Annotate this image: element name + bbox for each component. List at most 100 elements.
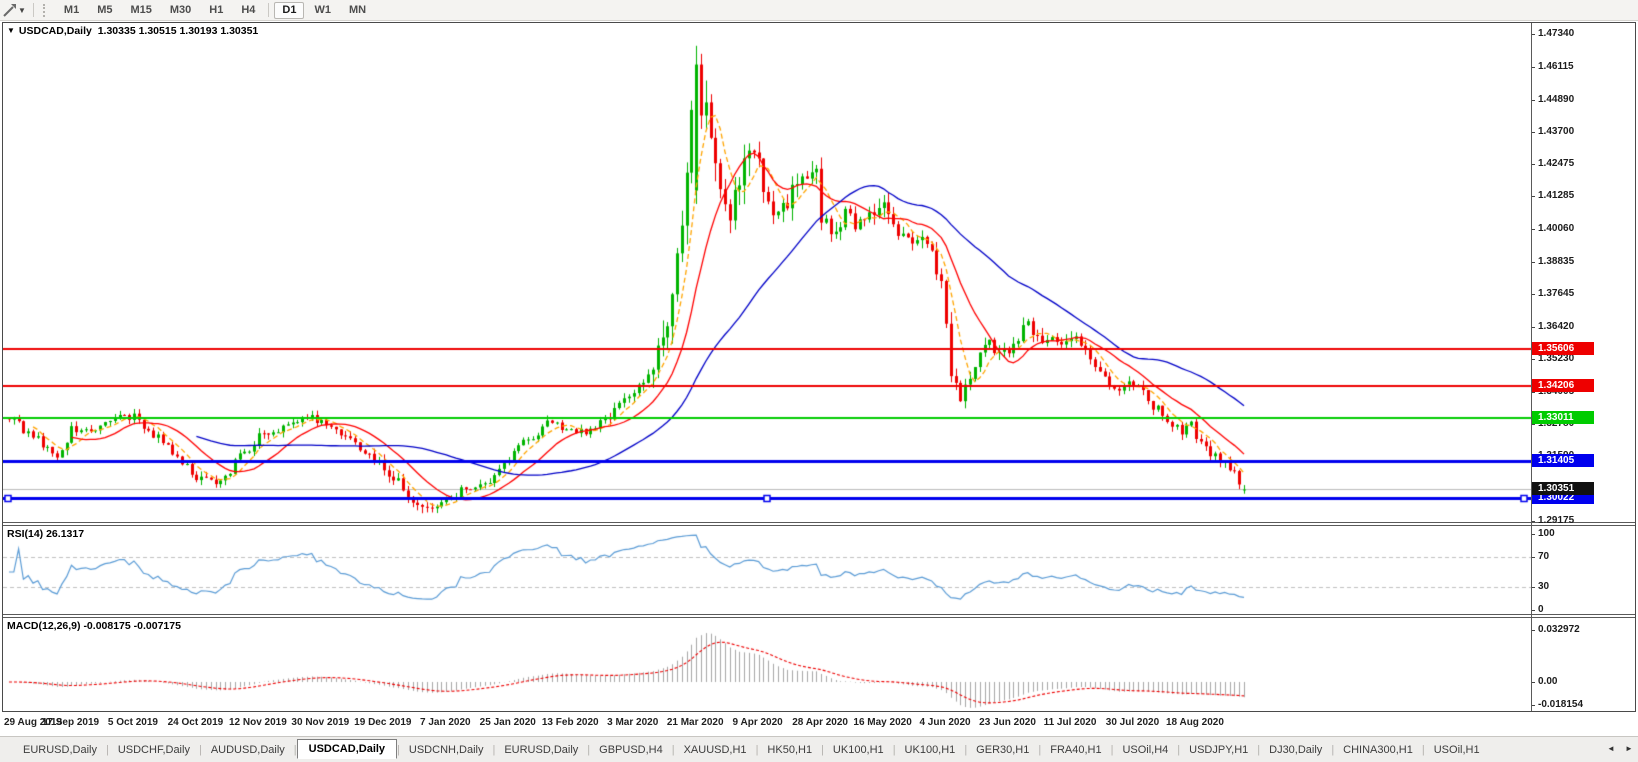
price-tick-label: 100 — [1538, 528, 1555, 539]
date-tick-label: 17 Sep 2019 — [41, 717, 100, 728]
timeframe-button-m5[interactable]: M5 — [89, 2, 120, 19]
date-tick-label: 5 Oct 2019 — [107, 717, 158, 728]
axis-tickmark — [1532, 67, 1535, 68]
date-tick-label: 30 Jul 2020 — [1105, 717, 1160, 728]
chart-symbol-period: USDCAD,Daily — [18, 25, 92, 37]
price-line-badge: 1.31405 — [1532, 454, 1594, 467]
timeframe-button-m15[interactable]: M15 — [122, 2, 159, 19]
timeframe-button-w1[interactable]: W1 — [306, 2, 339, 19]
chart-tab-uk100-h1[interactable]: UK100,H1 — [824, 741, 893, 759]
axis-tickmark — [1532, 610, 1535, 611]
axis-tickmark — [1532, 164, 1535, 165]
timeframe-button-m1[interactable]: M1 — [56, 2, 87, 19]
tab-scroll-right-icon[interactable]: ► — [1623, 742, 1635, 756]
axis-tickmark — [1532, 132, 1535, 133]
date-axis: 29 Aug 2019 17 Sep 2019 5 Oct 2019 24 Oct 2… — [2, 713, 1636, 734]
date-tick-label: 13 Feb 2020 — [541, 717, 599, 728]
chart-tab-hk50-h1[interactable]: HK50,H1 — [758, 741, 821, 759]
price-tick-label: 30 — [1538, 581, 1550, 592]
timeframe-button-h1[interactable]: H1 — [201, 2, 231, 19]
date-tick-label: 23 Jun 2020 — [979, 717, 1036, 728]
axis-tickmark — [1532, 534, 1535, 535]
price-tick-label: 1.43700 — [1538, 126, 1575, 137]
axis-tickmark — [1532, 359, 1535, 360]
date-tick-label: 9 Apr 2020 — [732, 717, 783, 728]
date-tick-label: 3 Mar 2020 — [607, 717, 659, 728]
price-tick-label: 1.40060 — [1538, 223, 1575, 234]
axis-tickmark — [1532, 587, 1535, 588]
date-tick-label: 12 Nov 2019 — [228, 717, 287, 728]
chart-tab-usoil-h4[interactable]: USOil,H4 — [1113, 741, 1177, 759]
chart-tab-eurusd-daily[interactable]: EURUSD,Daily — [14, 741, 106, 759]
timeframe-button-d1[interactable]: D1 — [274, 1, 305, 19]
chart-tab-audusd-daily[interactable]: AUDUSD,Daily — [202, 741, 294, 759]
chart-tab-usdchf-daily[interactable]: USDCHF,Daily — [109, 741, 199, 759]
date-tick-label: 21 Mar 2020 — [666, 717, 724, 728]
chart-tab-fra40-h1[interactable]: FRA40,H1 — [1041, 741, 1110, 759]
date-tick-label: 25 Jan 2020 — [479, 717, 536, 728]
axis-tickmark — [1532, 630, 1535, 631]
price-tick-label: 1.36420 — [1538, 321, 1575, 332]
date-tick-label: 18 Aug 2020 — [1165, 717, 1224, 728]
toolbar-grip[interactable] — [42, 3, 48, 17]
price-line-badge: 1.34206 — [1532, 379, 1594, 392]
axis-tickmark — [1532, 456, 1535, 457]
timeframe-button-mn[interactable]: MN — [341, 2, 374, 19]
price-chart-canvas[interactable] — [3, 23, 1531, 522]
axis-tickmark — [1532, 34, 1535, 35]
collapse-icon[interactable]: ▼ — [7, 26, 15, 35]
top-toolbar: ▼ M1 M5 M15 M30 H1 H4 D1 W1 MN — [0, 0, 1638, 21]
rsi-canvas[interactable] — [3, 526, 1531, 614]
price-tick-label: 1.44890 — [1538, 94, 1575, 105]
chart-tab-gbpusd-h4[interactable]: GBPUSD,H4 — [590, 741, 672, 759]
main-chart-pane: ▼ USDCAD,Daily 1.30335 1.30515 1.30193 1.… — [3, 23, 1635, 526]
axis-tickmark — [1532, 682, 1535, 683]
price-line-badge: 1.35606 — [1532, 342, 1594, 355]
chart-tab-dj30-daily[interactable]: DJ30,Daily — [1260, 741, 1331, 759]
timeframe-buttons: M1 M5 M15 M30 H1 H4 D1 W1 MN — [55, 1, 375, 19]
axis-tickmark — [1532, 705, 1535, 706]
price-tick-label: 1.34005 — [1538, 386, 1575, 397]
date-tick-label: 24 Oct 2019 — [167, 717, 224, 728]
price-tick-label: 1.41285 — [1538, 190, 1575, 201]
macd-pane: MACD(12,26,9) -0.008175 -0.007175 0.0329… — [3, 618, 1635, 711]
price-tick-label: 1.31590 — [1538, 450, 1575, 461]
axis-tickmark — [1532, 557, 1535, 558]
line-tool-icon[interactable] — [2, 3, 17, 18]
axis-tickmark — [1532, 294, 1535, 295]
axis-tickmark — [1532, 424, 1535, 425]
price-line-badge: 1.30022 — [1532, 491, 1594, 504]
chart-tab-uk100-h1[interactable]: UK100,H1 — [896, 741, 965, 759]
macd-canvas[interactable] — [3, 618, 1531, 711]
price-tick-label: 1.32780 — [1538, 418, 1575, 429]
axis-tickmark — [1532, 229, 1535, 230]
price-axis-border — [1531, 23, 1532, 711]
chart-tab-usdcnh-daily[interactable]: USDCNH,Daily — [400, 741, 493, 759]
date-tick-label: 11 Jul 2020 — [1043, 717, 1097, 728]
rsi-label: RSI(14) 26.1317 — [7, 528, 85, 540]
dropdown-caret-icon[interactable]: ▼ — [18, 6, 26, 15]
chart-tab-usdjpy-h1[interactable]: USDJPY,H1 — [1180, 741, 1257, 759]
chart-tab-usoil-h1[interactable]: USOil,H1 — [1425, 741, 1489, 759]
price-tick-label: -0.018154 — [1538, 699, 1584, 710]
chart-tab-xauusd-h1[interactable]: XAUUSD,H1 — [675, 741, 756, 759]
price-tick-label: 0.00 — [1538, 676, 1558, 687]
chart-tab-usdcad-daily[interactable]: USDCAD,Daily — [296, 738, 398, 759]
chart-ohlc-values: 1.30335 1.30515 1.30193 1.30351 — [97, 25, 259, 37]
rsi-pane: RSI(14) 26.1317 100 70 30 0 — [3, 526, 1635, 615]
tab-scroll-arrows: ◄ ► — [1605, 742, 1635, 756]
price-tick-label: 1.37645 — [1538, 288, 1575, 299]
price-tick-label: 1.35230 — [1538, 353, 1575, 364]
timeframe-button-m30[interactable]: M30 — [162, 2, 199, 19]
chart-tab-china300-h1[interactable]: CHINA300,H1 — [1334, 741, 1422, 759]
chart-tab-ger30-h1[interactable]: GER30,H1 — [967, 741, 1038, 759]
axis-tickmark — [1532, 489, 1535, 490]
axis-tickmark — [1532, 392, 1535, 393]
axis-tickmark — [1532, 100, 1535, 101]
price-line-badge: 1.33011 — [1532, 411, 1594, 424]
price-tick-label: 1.47340 — [1538, 28, 1575, 39]
tab-scroll-left-icon[interactable]: ◄ — [1605, 742, 1617, 756]
timeframe-button-h4[interactable]: H4 — [233, 2, 263, 19]
chart-tab-eurusd-daily[interactable]: EURUSD,Daily — [495, 741, 587, 759]
price-tick-label: 1.42475 — [1538, 158, 1575, 169]
